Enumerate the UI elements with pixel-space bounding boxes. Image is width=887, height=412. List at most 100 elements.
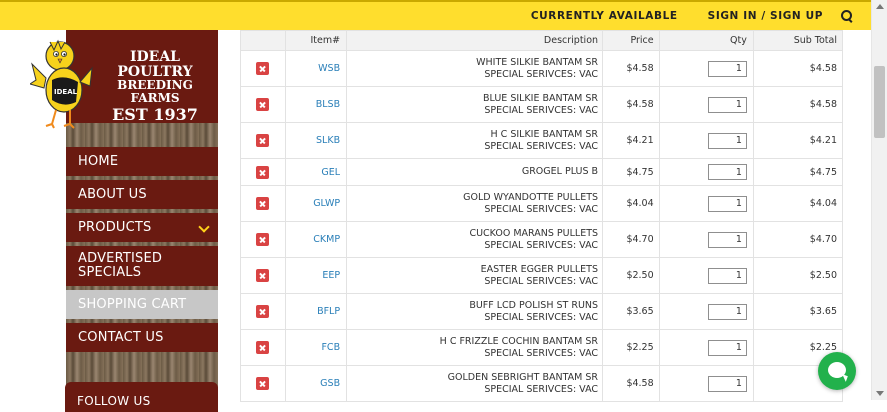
quantity-input[interactable]	[707, 267, 747, 284]
quantity-input[interactable]	[707, 339, 747, 356]
description-cell: BLUE SILKIE BANTAM SR SPECIAL SERIVCES: V…	[346, 86, 604, 123]
cart-table-wrap: Item# Description Price Qty Sub Total WS…	[240, 30, 844, 402]
remove-item-button[interactable]	[256, 341, 270, 354]
qty-cell	[658, 185, 754, 222]
description-line-2: SPECIAL SERIVCES: VAC	[484, 383, 599, 395]
quantity-input[interactable]	[707, 195, 747, 212]
description-cell: BUFF LCD POLISH ST RUNS SPECIAL SERIVCES:…	[346, 293, 604, 330]
brand-text: IDEAL POULTRY BREEDING FARMS EST 1937	[96, 50, 214, 123]
remove-item-button[interactable]	[256, 134, 270, 147]
table-row: CKMP CUCKOO MARANS PULLETS SPECIAL SERIVC…	[240, 221, 844, 258]
table-row: BFLP BUFF LCD POLISH ST RUNS SPECIAL SERI…	[240, 293, 844, 330]
item-number-link[interactable]: WSB	[284, 50, 348, 87]
table-header-row: Item# Description Price Qty Sub Total	[240, 30, 844, 51]
chat-bubble-icon	[828, 362, 846, 378]
quantity-input[interactable]	[707, 231, 747, 248]
qty-cell	[658, 221, 754, 258]
subtotal-cell: $4.04	[752, 185, 844, 222]
description-line-2: SPECIAL SERIVCES: VAC	[484, 203, 599, 215]
description-cell: EASTER EGGER PULLETS SPECIAL SERIVCES: VA…	[346, 257, 604, 294]
price-cell: $4.58	[602, 50, 660, 87]
menu-item-contact[interactable]: CONTACT US	[66, 323, 218, 352]
top-nav: CURRENTLY AVAILABLE SIGN IN / SIGN UP	[531, 2, 853, 30]
description-line-1: WHITE SILKIE BANTAM SR	[476, 56, 599, 68]
mascot-badge-text: IDEAL	[54, 88, 78, 96]
menu-item-about[interactable]: ABOUT US	[66, 180, 218, 209]
menu-item-label: ADVERTISED SPECIALS	[78, 252, 162, 280]
remove-item-button[interactable]	[256, 269, 270, 282]
currently-available-link[interactable]: CURRENTLY AVAILABLE	[531, 10, 678, 22]
description-line-2: SPECIAL SERIVCES: VAC	[484, 239, 599, 251]
table-row: BLSB BLUE SILKIE BANTAM SR SPECIAL SERIVC…	[240, 86, 844, 123]
remove-item-button[interactable]	[256, 98, 270, 111]
remove-cell	[240, 86, 286, 123]
sign-in-link[interactable]: SIGN IN / SIGN UP	[708, 10, 823, 22]
menu-item-advertised-specials[interactable]: ADVERTISED SPECIALS	[66, 246, 218, 286]
description-line-1: EASTER EGGER PULLETS	[480, 263, 599, 275]
scroll-up-arrow-icon[interactable]	[876, 4, 884, 9]
quantity-input[interactable]	[707, 375, 747, 392]
table-row: GSB GOLDEN SEBRIGHT BANTAM SR SPECIAL SER…	[240, 365, 844, 402]
price-cell: $3.65	[602, 293, 660, 330]
remove-cell	[240, 122, 286, 159]
chat-button[interactable]	[818, 352, 856, 390]
remove-item-button[interactable]	[256, 197, 270, 210]
remove-column-header	[240, 30, 286, 51]
remove-cell	[240, 257, 286, 294]
remove-item-button[interactable]	[256, 165, 270, 179]
remove-item-button[interactable]	[256, 62, 270, 75]
search-icon[interactable]	[841, 10, 853, 22]
item-number-link[interactable]: GLWP	[284, 185, 348, 222]
qty-column-header: Qty	[658, 30, 754, 51]
description-line-2: SPECIAL SERIVCES: VAC	[484, 140, 599, 152]
description-line-1: GROGEL PLUS B	[521, 166, 599, 177]
remove-cell	[240, 50, 286, 87]
page-scrollbar[interactable]	[871, 0, 887, 400]
menu-item-products[interactable]: PRODUCTS	[66, 213, 218, 242]
remove-item-button[interactable]	[256, 305, 270, 318]
description-line-1: H C FRIZZLE COCHIN BANTAM SR	[439, 335, 599, 347]
description-line-1: GOLDEN SEBRIGHT BANTAM SR	[447, 371, 599, 383]
remove-item-button[interactable]	[256, 377, 270, 390]
brand-line-3: EST 1937	[112, 104, 198, 124]
menu-item-shopping-cart[interactable]: SHOPPING CART	[66, 290, 218, 319]
remove-cell	[240, 185, 286, 222]
qty-cell	[658, 329, 754, 366]
description-line-2: SPECIAL SERIVCES: VAC	[484, 347, 599, 359]
item-number-link[interactable]: FCB	[284, 329, 348, 366]
description-line-1: GOLD WYANDOTTE PULLETS	[463, 191, 599, 203]
description-cell: H C SILKIE BANTAM SR SPECIAL SERIVCES: VA…	[346, 122, 604, 159]
item-number-link[interactable]: BLSB	[284, 86, 348, 123]
menu-item-label: CONTACT US	[78, 330, 164, 345]
qty-cell	[658, 86, 754, 123]
scroll-down-arrow-icon[interactable]	[876, 391, 884, 396]
menu-item-home[interactable]: HOME	[66, 147, 218, 176]
remove-cell	[240, 293, 286, 330]
sidebar: IDEAL POULTRY BREEDING FARMS EST 1937 ID…	[30, 30, 218, 412]
description-line-1: CUCKOO MARANS PULLETS	[469, 227, 599, 239]
item-number-link[interactable]: GSB	[284, 365, 348, 402]
item-number-link[interactable]: GEL	[284, 158, 348, 186]
description-line-2: SPECIAL SERIVCES: VAC	[484, 275, 599, 287]
menu-item-label: HOME	[78, 154, 119, 169]
chevron-down-icon[interactable]	[198, 221, 210, 233]
remove-item-button[interactable]	[256, 233, 270, 246]
quantity-input[interactable]	[707, 96, 747, 113]
qty-cell	[658, 50, 754, 87]
item-number-link[interactable]: SLKB	[284, 122, 348, 159]
price-cell: $2.50	[602, 257, 660, 294]
quantity-input[interactable]	[707, 132, 747, 149]
quantity-input[interactable]	[707, 60, 747, 77]
item-number-link[interactable]: BFLP	[284, 293, 348, 330]
item-number-link[interactable]: EEP	[284, 257, 348, 294]
quantity-input[interactable]	[707, 303, 747, 320]
quantity-input[interactable]	[707, 164, 747, 180]
qty-cell	[658, 122, 754, 159]
description-line-1: BUFF LCD POLISH ST RUNS	[469, 299, 599, 311]
item-number-link[interactable]: CKMP	[284, 221, 348, 258]
scrollbar-thumb[interactable]	[874, 66, 885, 138]
subtotal-cell: $3.65	[752, 293, 844, 330]
subtotal-column-header: Sub Total	[752, 30, 844, 51]
menu-item-label: SHOPPING CART	[78, 297, 187, 312]
description-line-2: SPECIAL SERIVCES: VAC	[484, 68, 599, 80]
